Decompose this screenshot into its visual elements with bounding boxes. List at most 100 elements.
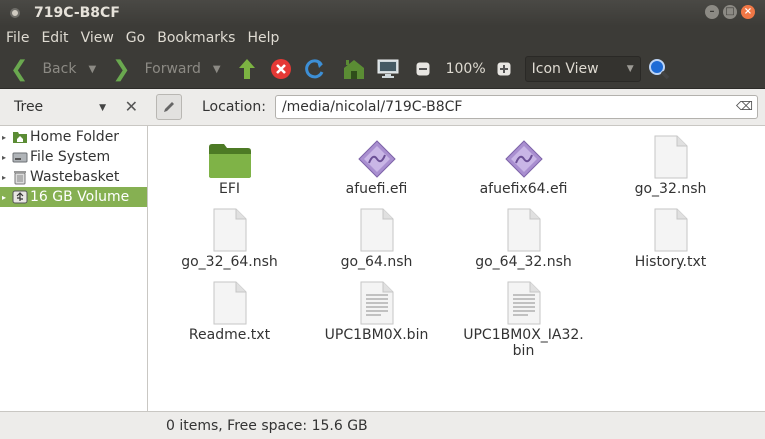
window-controls: – □ × [705, 5, 755, 19]
close-button[interactable]: × [741, 5, 755, 19]
text-file-icon [648, 135, 694, 179]
computer-button[interactable] [376, 57, 400, 81]
clear-location-icon[interactable]: ⌫ [736, 99, 753, 113]
toggle-location-entry-button[interactable] [156, 94, 182, 120]
up-button[interactable] [235, 57, 259, 81]
sidebar-tree: ▸ Home Folder ▸ File System ▸ Wastebaske… [0, 126, 148, 411]
file-item[interactable]: afuefix64.efi [450, 135, 597, 208]
text-file-icon [207, 281, 253, 325]
zoom-in-icon [497, 62, 511, 76]
menu-file[interactable]: File [0, 30, 35, 46]
zoom-in-button[interactable] [492, 57, 516, 81]
home-folder-icon [12, 130, 28, 144]
search-button[interactable] [647, 57, 671, 81]
side-pane-selector[interactable]: Tree ▼ ✕ [0, 89, 148, 125]
icon-grid: EFI afuefi.efi afuefix64.efi go_32.nsh go_32… [148, 126, 765, 359]
status-text: 0 items, Free space: 15.6 GB [166, 417, 368, 434]
file-item[interactable]: go_32_64.nsh [156, 208, 303, 281]
reload-icon [304, 59, 323, 79]
location-bar: Tree ▼ ✕ Location: /media/nicolal/719C-B… [0, 89, 765, 126]
usb-drive-icon [12, 190, 28, 204]
hard-drive-icon [12, 150, 28, 164]
expand-triangle-icon[interactable]: ▸ [2, 193, 10, 202]
menu-go[interactable]: Go [120, 30, 151, 46]
up-arrow-icon [238, 59, 255, 79]
forward-history-dropdown[interactable]: ▼ [213, 64, 221, 75]
computer-icon [377, 59, 399, 78]
expand-triangle-icon[interactable]: ▸ [2, 153, 10, 162]
chevron-down-icon: ▼ [626, 64, 634, 74]
expand-triangle-icon[interactable]: ▸ [2, 133, 10, 142]
expand-triangle-icon[interactable]: ▸ [2, 173, 10, 182]
stop-icon [270, 59, 291, 79]
file-item[interactable]: afuefi.efi [303, 135, 450, 208]
status-bar: 0 items, Free space: 15.6 GB [0, 411, 765, 439]
app-menu-icon[interactable] [10, 8, 20, 18]
pencil-icon [164, 102, 174, 112]
file-item[interactable]: Readme.txt [156, 281, 303, 354]
location-input[interactable]: /media/nicolal/719C-B8CF ⌫ [274, 95, 758, 119]
main-area: ▸ Home Folder ▸ File System ▸ Wastebaske… [0, 126, 765, 411]
back-arrow-icon: ❮ [10, 56, 29, 82]
zoom-level: 100% [445, 61, 486, 77]
text-file-icon [207, 208, 253, 252]
back-button[interactable]: ❮ Back [10, 54, 76, 84]
sidebar-item-home-folder[interactable]: ▸ Home Folder [0, 127, 147, 147]
file-view: EFI afuefi.efi afuefix64.efi go_32.nsh go_32… [148, 126, 765, 411]
file-name: UPC1BM0X_IA32. bin [463, 327, 584, 359]
zoom-out-button[interactable] [411, 57, 435, 81]
forward-arrow-icon: ❯ [112, 56, 131, 82]
view-mode-select[interactable]: Icon View ▼ [524, 56, 641, 82]
file-item[interactable]: UPC1BM0X_IA32. bin [450, 281, 597, 359]
sidebar-item-file-system[interactable]: ▸ File System [0, 147, 147, 167]
title-bar[interactable]: 719C-B8CF – □ × [0, 0, 765, 26]
executable-file-icon [501, 135, 547, 179]
location-label: Location: [202, 99, 266, 115]
home-button[interactable] [342, 57, 366, 81]
folder-icon [207, 135, 253, 179]
file-name: go_32_64.nsh [181, 254, 278, 270]
file-item[interactable]: go_64_32.nsh [450, 208, 597, 281]
minimize-button[interactable]: – [705, 5, 719, 19]
file-manager-window: 719C-B8CF – □ × File Edit View Go Bookma… [0, 0, 765, 439]
binary-file-icon [354, 281, 400, 325]
text-file-icon [501, 208, 547, 252]
menu-help[interactable]: Help [241, 30, 285, 46]
file-item[interactable]: EFI [156, 135, 303, 208]
file-name: go_32.nsh [634, 181, 707, 197]
file-name: UPC1BM0X.bin [324, 327, 429, 343]
close-side-pane-icon[interactable]: ✕ [125, 97, 138, 116]
sidebar-item-label: File System [30, 149, 111, 165]
menu-bookmarks[interactable]: Bookmarks [151, 30, 241, 46]
file-item[interactable]: UPC1BM0X.bin [303, 281, 450, 354]
reload-button[interactable] [303, 57, 327, 81]
sidebar-item-label: 16 GB Volume [30, 189, 130, 205]
menu-view[interactable]: View [75, 30, 120, 46]
file-item[interactable]: History.txt [597, 208, 744, 281]
forward-button[interactable]: ❯ Forward [112, 54, 201, 84]
text-file-icon [648, 208, 694, 252]
sidebar-item-16gb-volume[interactable]: ▸ 16 GB Volume [0, 187, 147, 207]
sidebar-item-label: Wastebasket [30, 169, 120, 185]
menu-edit[interactable]: Edit [35, 30, 74, 46]
file-name: go_64_32.nsh [475, 254, 572, 270]
back-label: Back [42, 61, 77, 77]
location-path: /media/nicolal/719C-B8CF [281, 99, 463, 115]
back-history-dropdown[interactable]: ▼ [88, 64, 96, 75]
sidebar-item-wastebasket[interactable]: ▸ Wastebasket [0, 167, 147, 187]
chevron-down-icon: ▼ [99, 103, 106, 113]
sidebar-item-label: Home Folder [30, 129, 120, 145]
toolbar: ❮ Back ▼ ❯ Forward ▼ 100% Icon View ▼ [0, 50, 765, 89]
search-icon [648, 59, 669, 80]
zoom-out-icon [416, 62, 430, 76]
file-name: Readme.txt [188, 327, 271, 343]
file-name: History.txt [634, 254, 707, 270]
side-pane-mode: Tree [14, 99, 44, 115]
file-item[interactable]: go_64.nsh [303, 208, 450, 281]
file-name: EFI [218, 181, 241, 197]
file-item[interactable]: go_32.nsh [597, 135, 744, 208]
home-icon [343, 60, 364, 79]
stop-button[interactable] [269, 57, 293, 81]
maximize-button[interactable]: □ [723, 5, 737, 19]
executable-file-icon [354, 135, 400, 179]
